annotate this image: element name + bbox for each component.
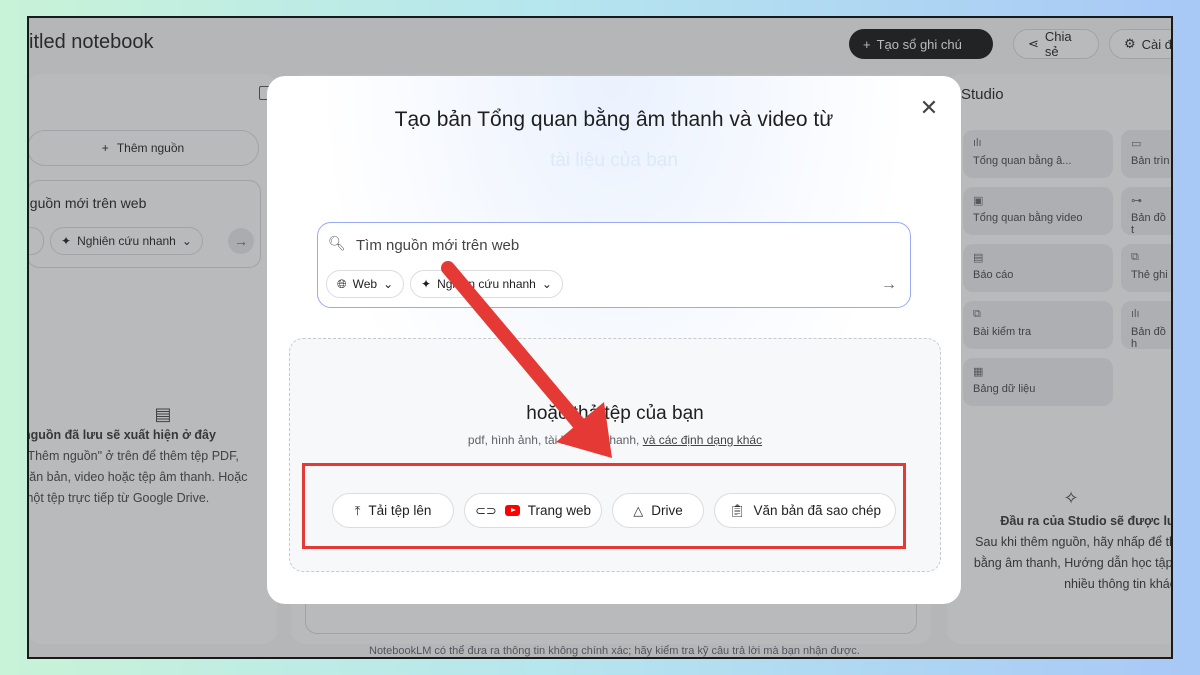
drop-title: hoặc thả tệp của bạn (526, 403, 704, 424)
sparkle-search-icon: ✦ (421, 277, 432, 291)
dialog-title: Tạo bản Tổng quan bằng âm thanh và video… (394, 108, 834, 131)
web-source-dropdown[interactable]: 🌐︎ Web ⌄ (326, 270, 405, 298)
chevron-down-icon: ⌄ (383, 277, 394, 291)
drop-subtitle: pdf, hình ảnh, tài liệu, âm thanh, và cá… (290, 433, 940, 447)
search-input[interactable] (356, 233, 776, 257)
chevron-down-icon: ⌄ (541, 277, 552, 291)
globe-icon: 🌐︎ (337, 276, 347, 291)
drop-formats: pdf, hình ảnh, tài liệu, âm thanh, (467, 433, 643, 447)
close-icon[interactable]: ✕ (917, 95, 941, 120)
submit-arrow-icon[interactable]: → (876, 272, 902, 298)
search-icon: 🔍︎ (328, 235, 346, 251)
highlight-box-annotation (302, 463, 906, 549)
screenshot-frame: itled notebook + Tạo sổ ghi chú ⋖ Chia s… (27, 16, 1173, 659)
research-mode-dropdown[interactable]: ✦ Nghiên cứu nhanh ⌄ (410, 270, 563, 298)
web-chip-label: Web (352, 277, 378, 291)
web-search-box: 🔍︎ 🌐︎ Web ⌄ ✦ Nghiên cứu nhanh ⌄ → (317, 222, 911, 308)
dialog-subtitle: tài liệu của bạn (550, 150, 678, 171)
research-chip-label: Nghiên cứu nhanh (437, 277, 536, 291)
other-formats-link[interactable]: và các định dạng khác (643, 433, 762, 447)
